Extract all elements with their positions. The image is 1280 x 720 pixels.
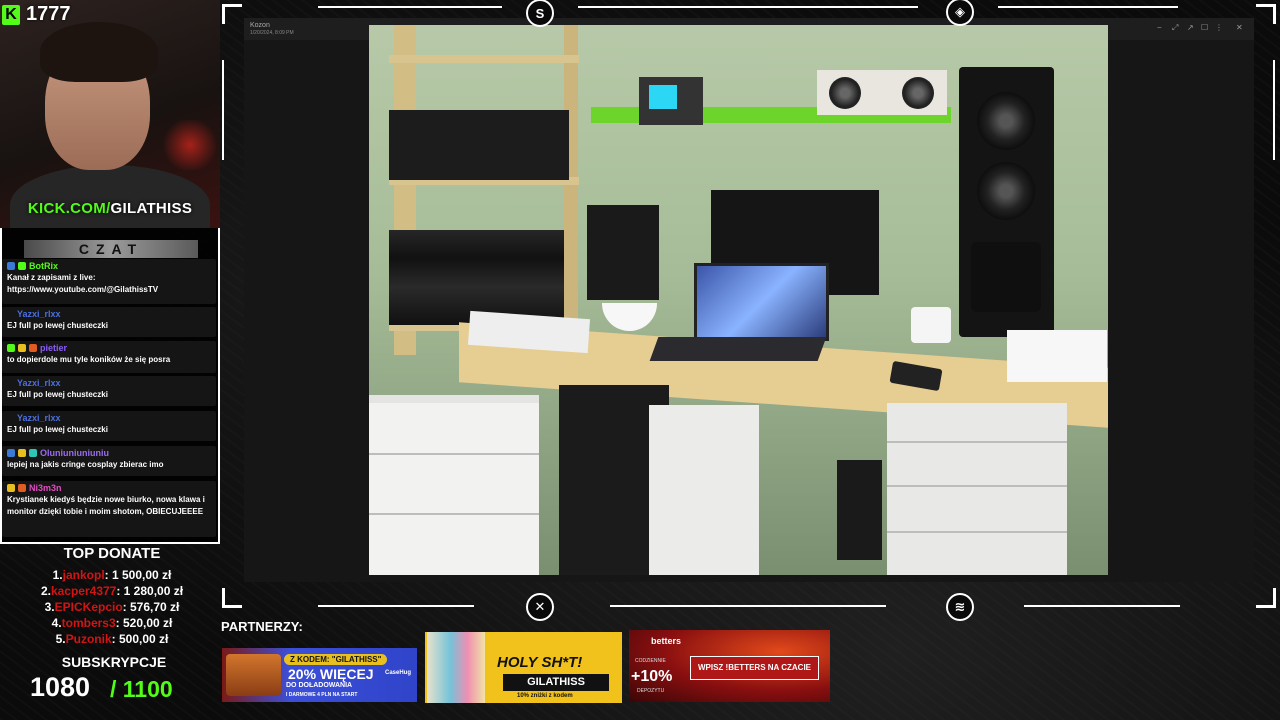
holy-sub: 10% zniżki z kodem [517,693,573,699]
frame-corner [222,4,242,24]
subs-goal: / 1100 [110,676,173,702]
donate-row: 1.jankopl: 1 500,00 zł [52,568,172,582]
chat-username[interactable]: BotRix [29,261,58,271]
holy-title: HOLY SH*T! [497,654,583,671]
casehug-banner[interactable]: Z KODEM: "GILATHISS" 20% WIĘCEJ DO DOŁAD… [222,648,417,702]
top-donate-title: TOP DONATE [63,545,161,562]
kick-channel-url: KICK.COM/GILATHISS [27,200,193,217]
badge-icon [7,484,15,492]
chat-username[interactable]: Oluniuniuniuniu [40,448,109,458]
betters-percent: +10% [631,668,673,685]
badge-icon [7,344,15,352]
holy-code: GILATHISS [503,674,609,691]
holy-banner[interactable]: HOLY SH*T! GILATHISS 10% zniżki z kodem [425,632,622,703]
betters-cta-button: WPISZ !BETTERS NA CZACIE [690,656,819,680]
chat-text: lepiej na jakis cringe cosplay zbierac i… [7,460,164,469]
subs-title: SUBSKRYPCJE [61,654,167,670]
badge-icon [29,344,37,352]
promo-code: Z KODEM: "GILATHISS" [284,654,388,665]
webcam-feed [0,0,220,228]
chat-text: EJ full po lewej chusteczki [7,425,108,434]
share-icon[interactable]: ↗ [1187,23,1194,32]
chat-username[interactable]: Yazxi_rlxx [17,378,61,388]
subs-count: 1080 [30,672,91,702]
badge-icon [18,344,26,352]
chat-username[interactable]: Yazxi_rlxx [17,413,61,423]
promo-headline: 20% WIĘCEJ [288,666,374,682]
badge-icon [18,484,26,492]
frame-corner [1256,4,1276,24]
badge-icon [18,449,26,457]
chat-text: EJ full po lewej chusteczki [7,321,108,330]
donate-row: 3.EPICKepcio: 576,70 zł [44,600,180,614]
chat-text: Krystianek kiedyś będzie nowe biurko, no… [7,495,205,516]
kick-logo-icon: K [2,4,20,25]
chest-icon [226,654,281,696]
chat-message: Yazxi_rlxx EJ full po lewej chusteczki [2,307,216,337]
betters-daily: CODZIENNIE [635,658,666,664]
zoom-icon[interactable]: ⤢ [1172,23,1178,33]
cans-image [427,632,485,703]
chat-username[interactable]: Ni3m3n [29,483,62,493]
betters-banner[interactable]: betters CODZIENNIE +10% DEPOZYTU WPISZ !… [629,630,830,702]
minimize-icon[interactable]: − [1157,23,1162,32]
chat-text: Kanał z zapisami z live: https://www.you… [7,273,159,294]
promo-sub: DO DOŁADOWANIA [286,682,353,689]
frame-corner [1256,588,1276,608]
badge-icon [29,449,37,457]
donate-row: 4.tombers3: 520,00 zł [51,616,173,630]
close-icon[interactable]: ✕ [1236,23,1243,32]
viewer-count: 1777 [26,3,71,25]
casehug-logo: CaseHug [385,670,412,676]
frame-corner [222,588,242,608]
badge-icon [18,262,26,270]
window-title: Kozon [250,22,270,29]
chat-message: Oluniuniuniuniu lepiej na jakis cringe c… [2,446,216,476]
kick-viewer-counter: K 1777 [2,3,71,26]
partners-label: PARTNERZY: [221,619,303,634]
donate-row: 5.Puzonik: 500,00 zł [55,632,169,646]
chat-title: CZAT [24,240,198,258]
donate-row: 2.kacper4377: 1 280,00 zł [40,584,184,598]
window-date: 1/20/2024, 8:09 PM [250,30,294,36]
chat-message: BotRix Kanał z zapisami z live: https://… [2,259,216,304]
chat-username[interactable]: pietier [40,343,67,353]
chat-text: EJ full po lewej chusteczki [7,390,108,399]
chat-message: pietier to dopierdole mu tyle koników że… [2,341,216,373]
promo-sub2: I DARMOWE 4 PLN NA START [286,692,358,698]
chat-text: to dopierdole mu tyle koników że się pos… [7,355,171,364]
badge-icon [7,262,15,270]
betters-logo: betters [651,636,682,646]
window-icon[interactable]: ☐ [1201,23,1208,32]
betters-deposit: DEPOZYTU [637,688,665,694]
badge-icon [7,449,15,457]
globe-icon: ✕ [526,593,554,621]
brand-badge-icon: ≋ [946,593,974,621]
more-icon[interactable]: ⋮ [1215,23,1223,32]
chat-message: Yazxi_rlxx EJ full po lewej chusteczki [2,411,216,441]
chat-message: Yazxi_rlxx EJ full po lewej chusteczki [2,376,216,406]
streamer-logo-icon: S [526,0,554,27]
chat-message: Ni3m3n Krystianek kiedyś będzie nowe biu… [2,481,216,537]
desk-photo [369,25,1108,575]
chat-username[interactable]: Yazxi_rlxx [17,309,61,319]
